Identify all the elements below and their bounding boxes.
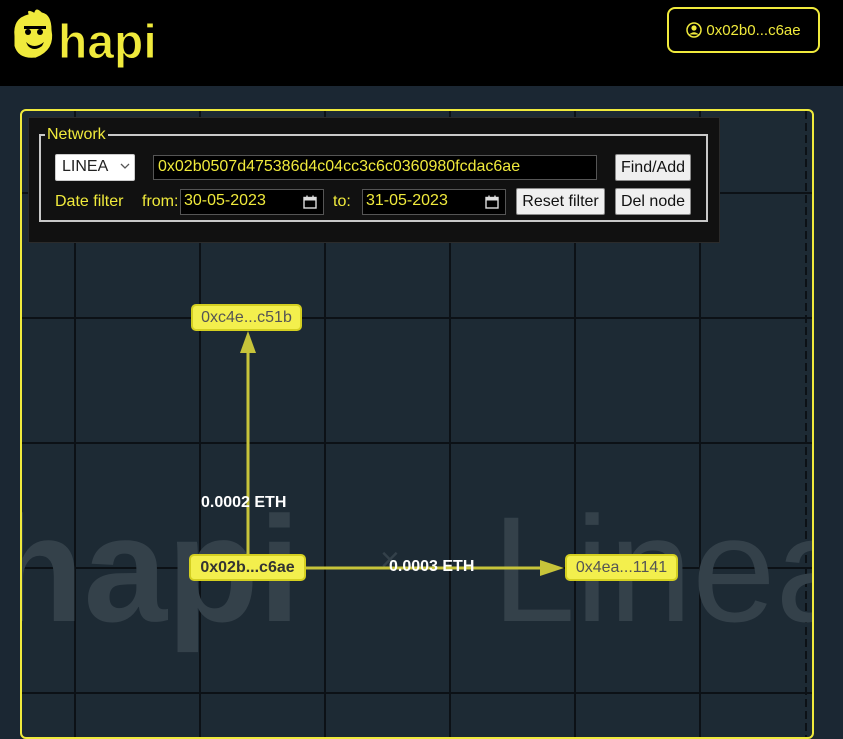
top-bar: hapi 0x02b0...c6ae: [0, 0, 843, 86]
graph-panel[interactable]: hapi × Linea 0xc4e...c51b 0x02b...c6ae 0…: [20, 109, 814, 739]
hapi-logo[interactable]: hapi: [6, 6, 156, 68]
calendar-icon[interactable]: [485, 195, 499, 209]
network-legend: Network: [47, 126, 106, 143]
edge-label: 0.0002 ETH: [201, 494, 287, 511]
network-select-value: LINEA: [62, 158, 109, 175]
chevron-down-icon: [120, 163, 130, 169]
wallet-address: 0x02b0...c6ae: [706, 21, 801, 39]
date-from-input[interactable]: 30-05-2023: [180, 189, 324, 215]
date-to-input[interactable]: 31-05-2023: [362, 189, 506, 215]
wallet-button[interactable]: 0x02b0...c6ae: [667, 7, 820, 53]
user-circle-icon: [686, 22, 703, 38]
find-add-button[interactable]: Find/Add: [615, 154, 691, 181]
edge-label: 0.0003 ETH: [389, 558, 475, 575]
arrowhead-up: [240, 331, 256, 353]
address-input[interactable]: 0x02b0507d475386d4c04cc3c6c0360980fcdac6…: [153, 155, 597, 180]
control-panel: Network LINEA 0x02b0507d475386d4c04cc3c6…: [28, 117, 720, 243]
date-to-value: 31-05-2023: [366, 192, 448, 209]
graph-node-selected[interactable]: 0x02b...c6ae: [189, 554, 306, 581]
del-node-button[interactable]: Del node: [615, 188, 691, 215]
graph-node[interactable]: 0xc4e...c51b: [191, 304, 302, 331]
calendar-icon[interactable]: [303, 195, 317, 209]
logo-text: hapi: [58, 16, 156, 68]
to-label: to:: [333, 193, 351, 210]
reset-filter-button[interactable]: Reset filter: [516, 188, 605, 215]
from-label: from:: [142, 193, 179, 210]
date-from-value: 30-05-2023: [184, 192, 266, 209]
network-select[interactable]: LINEA: [55, 154, 135, 181]
date-filter-label: Date filter: [55, 193, 124, 210]
graph-node[interactable]: 0x4ea...1141: [565, 554, 678, 581]
